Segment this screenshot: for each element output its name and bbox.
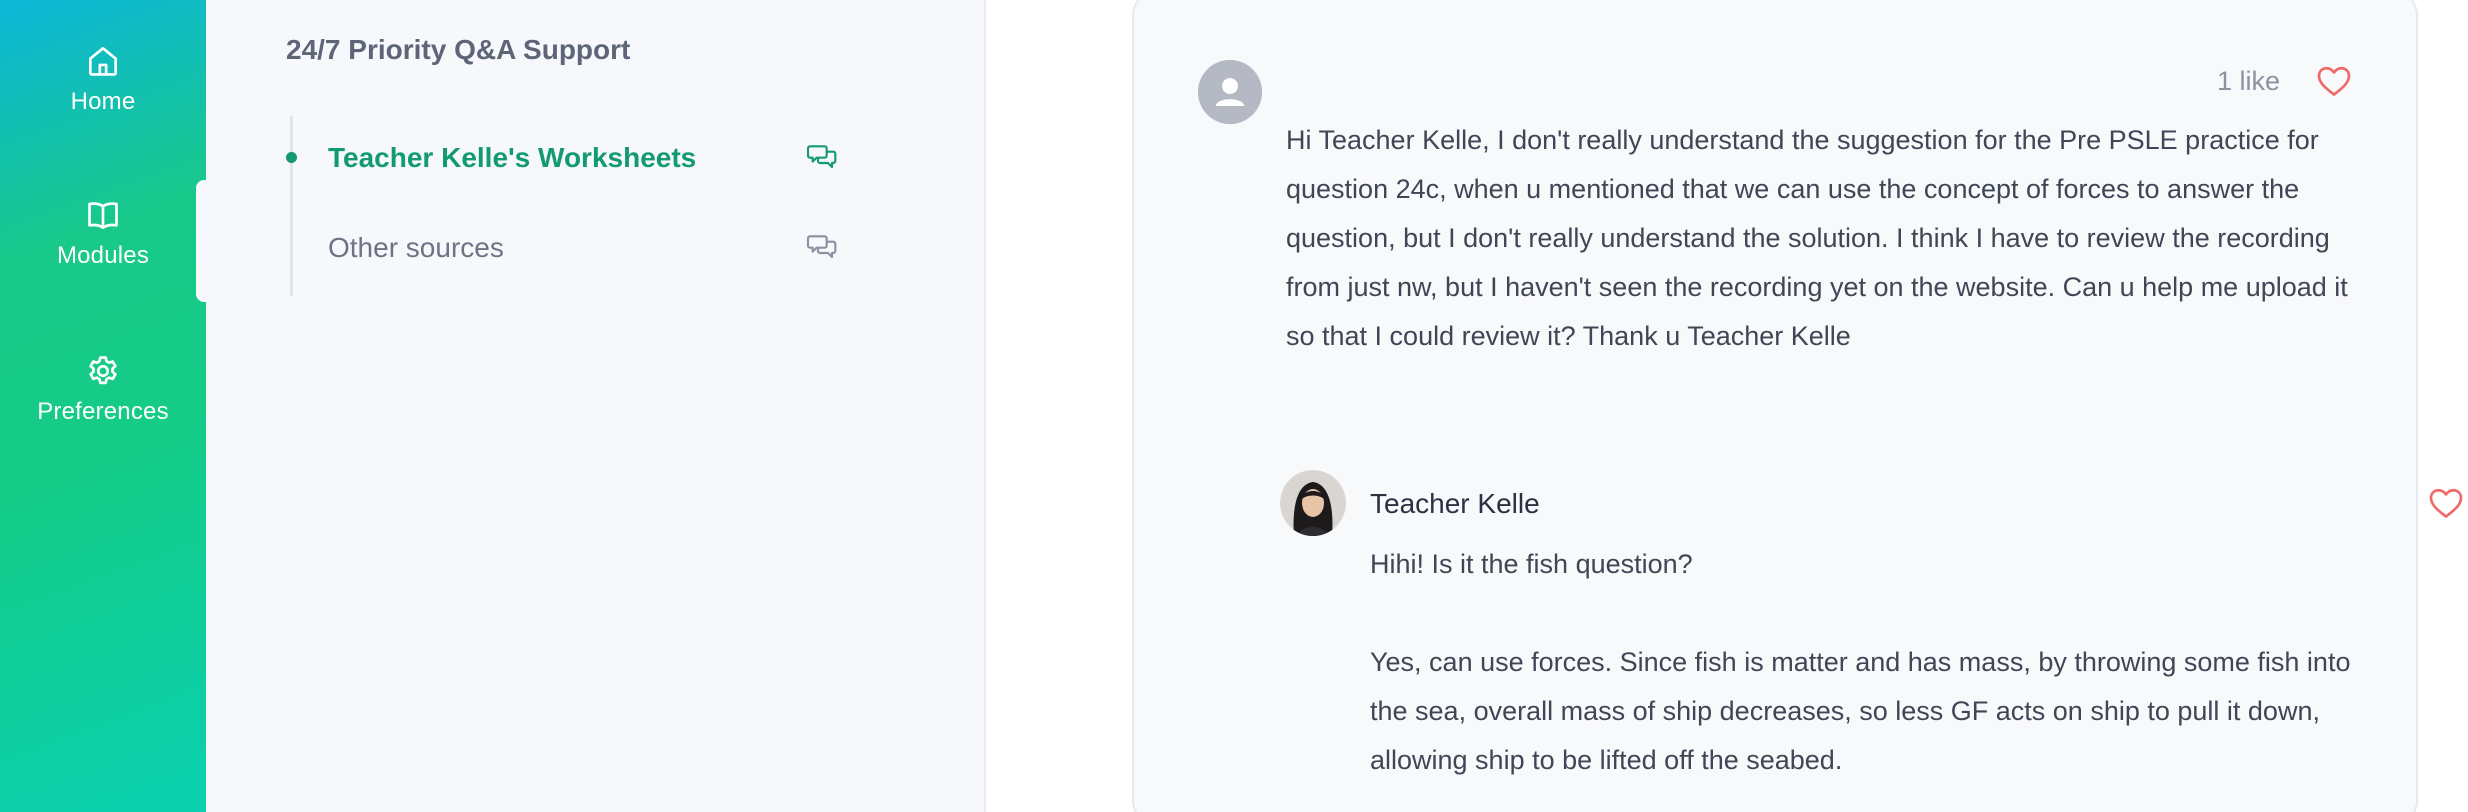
thread-card: 1 like Hi Teacher Kelle, I don't really … bbox=[1132, 0, 2463, 812]
nav-rail: Home Modules Preferences bbox=[0, 0, 206, 812]
reply-author-name: Teacher Kelle bbox=[1370, 488, 1540, 519]
heart-icon[interactable] bbox=[2428, 486, 2464, 520]
main-content: 1 like Hi Teacher Kelle, I don't really … bbox=[986, 0, 2468, 812]
nav-item-modules[interactable]: Modules bbox=[0, 196, 206, 270]
sidebar-item-label: Other sources bbox=[328, 232, 504, 263]
nav-item-home[interactable]: Home bbox=[0, 42, 206, 116]
chat-bubbles-icon bbox=[806, 142, 838, 172]
sidebar-item-other-sources[interactable]: Other sources bbox=[206, 218, 986, 278]
gear-icon bbox=[84, 352, 122, 390]
reply-paragraph: Yes, can use forces. Since fish is matte… bbox=[1370, 647, 2351, 775]
heart-icon[interactable] bbox=[2316, 64, 2352, 98]
active-dot bbox=[286, 152, 297, 163]
avatar bbox=[1280, 470, 1346, 536]
nav-label-preferences: Preferences bbox=[37, 398, 169, 425]
sidebar-item-teacher-kelles-worksheets[interactable]: Teacher Kelle's Worksheets bbox=[206, 128, 986, 188]
reply-body: Hihi! Is it the fish question? Yes, can … bbox=[1370, 540, 2370, 785]
book-icon bbox=[84, 196, 122, 234]
like-count: 1 like bbox=[2216, 66, 2280, 96]
topics-sidebar: 24/7 Priority Q&A Support Teacher Kelle'… bbox=[206, 0, 986, 812]
nav-item-preferences[interactable]: Preferences bbox=[0, 352, 206, 426]
home-icon bbox=[84, 42, 122, 80]
nav-label-home: Home bbox=[70, 88, 136, 115]
app-root: Home Modules Preferences 24/7 Priority Q… bbox=[0, 0, 2468, 812]
sidebar-item-label: Teacher Kelle's Worksheets bbox=[328, 142, 697, 173]
post-body: Hi Teacher Kelle, I don't really underst… bbox=[1286, 125, 2348, 351]
chat-bubbles-icon bbox=[806, 232, 838, 262]
nav-label-modules: Modules bbox=[56, 242, 150, 269]
avatar bbox=[1198, 60, 1262, 124]
sidebar-title: 24/7 Priority Q&A Support bbox=[286, 34, 631, 65]
user-icon bbox=[1198, 60, 1262, 124]
reply-paragraph: Hihi! Is it the fish question? bbox=[1370, 549, 1693, 579]
